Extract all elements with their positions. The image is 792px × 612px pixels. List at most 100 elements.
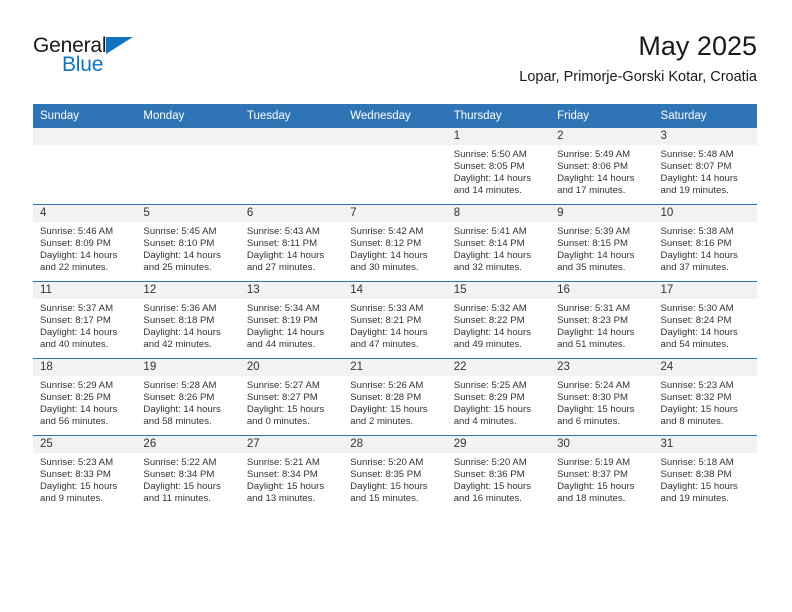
daylight-text-line2: and 44 minutes.	[246, 339, 316, 351]
daylight-text-line1: Daylight: 14 hours	[143, 404, 221, 416]
calendar-day-cell[interactable]: 28 Sunrise: 5:20 AM Sunset: 8:35 PM Dayligh…	[343, 435, 447, 512]
calendar-week-row: 18 Sunrise: 5:29 AM Sunset: 8:25 PM Dayligh…	[33, 358, 757, 436]
daylight-text-line1: Daylight: 14 hours	[40, 250, 118, 262]
daylight-text-line2: and 27 minutes.	[246, 262, 316, 274]
day-number: 30	[550, 436, 654, 453]
calendar-day-cell[interactable]: 15 Sunrise: 5:32 AM Sunset: 8:22 PM Dayligh…	[446, 281, 551, 359]
weekday-header-sunday: Sunday	[33, 104, 137, 128]
sunset-text: Sunset: 8:16 PM	[660, 238, 732, 250]
daylight-text-line2: and 42 minutes.	[143, 339, 212, 351]
calendar-day-cell[interactable]: 20 Sunrise: 5:27 AM Sunset: 8:27 PM Dayligh…	[239, 358, 344, 436]
calendar-day-cell-empty	[343, 128, 447, 205]
calendar-day-cell[interactable]: 4 Sunrise: 5:46 AM Sunset: 8:09 PM Daylight…	[33, 204, 137, 282]
sunset-text: Sunset: 8:29 PM	[453, 392, 525, 404]
day-details: Sunrise: 5:45 AM Sunset: 8:10 PM Daylight:…	[136, 222, 239, 274]
daylight-text-line1: Daylight: 15 hours	[246, 481, 325, 493]
day-details: Sunrise: 5:30 AM Sunset: 8:24 PM Daylight:…	[654, 299, 757, 351]
calendar-day-cell[interactable]: 22 Sunrise: 5:25 AM Sunset: 8:29 PM Dayligh…	[446, 358, 551, 436]
daylight-text-line1: Daylight: 14 hours	[143, 250, 221, 262]
day-number: 9	[550, 205, 654, 222]
day-details: Sunrise: 5:38 AM Sunset: 8:16 PM Daylight:…	[654, 222, 757, 274]
calendar-day-cell[interactable]: 29 Sunrise: 5:20 AM Sunset: 8:36 PM Dayligh…	[446, 435, 551, 512]
day-details: Sunrise: 5:39 AM Sunset: 8:15 PM Daylight:…	[550, 222, 653, 274]
sunrise-text: Sunrise: 5:36 AM	[143, 303, 217, 314]
calendar-day-cell[interactable]: 7 Sunrise: 5:42 AM Sunset: 8:12 PM Daylight…	[343, 204, 447, 282]
day-number: 15	[446, 282, 551, 299]
masthead: General Blue May 2025 Lopar, Primorje-Go…	[33, 30, 757, 92]
sunset-text: Sunset: 8:34 PM	[246, 469, 318, 481]
daylight-text-line2: and 17 minutes.	[557, 185, 626, 197]
triangle-icon	[106, 37, 133, 54]
sunrise-text: Sunrise: 5:37 AM	[40, 303, 114, 314]
sunrise-text: Sunrise: 5:20 AM	[350, 457, 424, 468]
calendar-day-cell[interactable]: 1 Sunrise: 5:50 AM Sunset: 8:05 PM Daylight…	[446, 128, 551, 205]
daylight-text-line2: and 22 minutes.	[40, 262, 109, 274]
calendar-day-cell[interactable]: 25 Sunrise: 5:23 AM Sunset: 8:33 PM Dayligh…	[33, 435, 137, 512]
daylight-text-line1: Daylight: 14 hours	[557, 173, 635, 185]
daylight-text-line2: and 11 minutes.	[143, 493, 211, 505]
weekday-header-tuesday: Tuesday	[239, 104, 344, 128]
calendar-day-cell[interactable]: 11 Sunrise: 5:37 AM Sunset: 8:17 PM Dayligh…	[33, 281, 137, 359]
day-details: Sunrise: 5:25 AM Sunset: 8:29 PM Daylight:…	[447, 376, 550, 428]
sunset-text: Sunset: 8:23 PM	[557, 315, 629, 327]
daylight-text-line2: and 56 minutes.	[40, 416, 109, 428]
calendar-day-cell[interactable]: 24 Sunrise: 5:23 AM Sunset: 8:32 PM Dayligh…	[653, 358, 757, 436]
day-details: Sunrise: 5:19 AM Sunset: 8:37 PM Daylight:…	[550, 453, 653, 505]
sunrise-text: Sunrise: 5:42 AM	[350, 226, 424, 237]
day-number: 4	[33, 205, 137, 222]
sunrise-text: Sunrise: 5:43 AM	[246, 226, 320, 237]
day-number	[33, 128, 137, 145]
day-details: Sunrise: 5:20 AM Sunset: 8:36 PM Daylight:…	[447, 453, 550, 505]
daylight-text-line1: Daylight: 15 hours	[453, 404, 532, 416]
day-number: 8	[446, 205, 551, 222]
calendar-day-cell[interactable]: 26 Sunrise: 5:22 AM Sunset: 8:34 PM Dayligh…	[136, 435, 240, 512]
calendar-day-cell[interactable]: 18 Sunrise: 5:29 AM Sunset: 8:25 PM Dayligh…	[33, 358, 137, 436]
calendar-day-cell[interactable]: 16 Sunrise: 5:31 AM Sunset: 8:23 PM Dayligh…	[550, 281, 654, 359]
generalblue-logo[interactable]: General Blue	[33, 34, 203, 84]
day-details: Sunrise: 5:26 AM Sunset: 8:28 PM Daylight:…	[343, 376, 446, 428]
sunrise-text: Sunrise: 5:20 AM	[453, 457, 527, 468]
daylight-text-line2: and 54 minutes.	[660, 339, 729, 351]
daylight-text-line2: and 30 minutes.	[350, 262, 419, 274]
calendar-day-cell[interactable]: 30 Sunrise: 5:19 AM Sunset: 8:37 PM Dayligh…	[550, 435, 654, 512]
day-number: 22	[446, 359, 551, 376]
day-details: Sunrise: 5:28 AM Sunset: 8:26 PM Daylight:…	[136, 376, 239, 428]
calendar-day-cell[interactable]: 27 Sunrise: 5:21 AM Sunset: 8:34 PM Dayligh…	[239, 435, 344, 512]
day-details: Sunrise: 5:49 AM Sunset: 8:06 PM Daylight:…	[550, 145, 653, 197]
calendar-day-cell[interactable]: 19 Sunrise: 5:28 AM Sunset: 8:26 PM Dayligh…	[136, 358, 240, 436]
calendar-day-cell[interactable]: 12 Sunrise: 5:36 AM Sunset: 8:18 PM Dayligh…	[136, 281, 240, 359]
calendar-day-cell[interactable]: 6 Sunrise: 5:43 AM Sunset: 8:11 PM Daylight…	[239, 204, 344, 282]
calendar-day-cell[interactable]: 21 Sunrise: 5:26 AM Sunset: 8:28 PM Dayligh…	[343, 358, 447, 436]
day-number: 11	[33, 282, 137, 299]
calendar-day-cell[interactable]: 31 Sunrise: 5:18 AM Sunset: 8:38 PM Dayligh…	[653, 435, 757, 512]
day-number: 13	[239, 282, 344, 299]
calendar-day-cell[interactable]: 2 Sunrise: 5:49 AM Sunset: 8:06 PM Daylight…	[550, 128, 654, 205]
weekday-header-wednesday: Wednesday	[343, 104, 447, 128]
calendar-day-cell[interactable]: 14 Sunrise: 5:33 AM Sunset: 8:21 PM Dayligh…	[343, 281, 447, 359]
calendar-day-cell[interactable]: 23 Sunrise: 5:24 AM Sunset: 8:30 PM Dayligh…	[550, 358, 654, 436]
daylight-text-line2: and 16 minutes.	[453, 493, 522, 505]
calendar-week-row: 1 Sunrise: 5:50 AM Sunset: 8:05 PM Daylight…	[33, 128, 757, 205]
sunset-text: Sunset: 8:15 PM	[557, 238, 629, 250]
daylight-text-line2: and 25 minutes.	[143, 262, 212, 274]
sunset-text: Sunset: 8:38 PM	[660, 469, 732, 481]
calendar-day-cell[interactable]: 17 Sunrise: 5:30 AM Sunset: 8:24 PM Dayligh…	[653, 281, 757, 359]
calendar-day-cell[interactable]: 13 Sunrise: 5:34 AM Sunset: 8:19 PM Dayligh…	[239, 281, 344, 359]
day-number: 3	[653, 128, 757, 145]
daylight-text-line2: and 14 minutes.	[453, 185, 522, 197]
daylight-text-line2: and 19 minutes.	[660, 493, 729, 505]
daylight-text-line1: Daylight: 14 hours	[40, 404, 118, 416]
sunrise-text: Sunrise: 5:49 AM	[557, 149, 631, 160]
sunrise-text: Sunrise: 5:29 AM	[40, 380, 114, 391]
daylight-text-line2: and 13 minutes.	[246, 493, 316, 505]
calendar-day-cell[interactable]: 9 Sunrise: 5:39 AM Sunset: 8:15 PM Daylight…	[550, 204, 654, 282]
calendar-day-cell[interactable]: 5 Sunrise: 5:45 AM Sunset: 8:10 PM Daylight…	[136, 204, 240, 282]
daylight-text-line2: and 9 minutes.	[40, 493, 103, 505]
day-number: 28	[343, 436, 447, 453]
calendar-day-cell[interactable]: 3 Sunrise: 5:48 AM Sunset: 8:07 PM Daylight…	[653, 128, 757, 205]
sunset-text: Sunset: 8:22 PM	[453, 315, 525, 327]
calendar-day-cell[interactable]: 8 Sunrise: 5:41 AM Sunset: 8:14 PM Daylight…	[446, 204, 551, 282]
day-details: Sunrise: 5:18 AM Sunset: 8:38 PM Daylight:…	[654, 453, 757, 505]
daylight-text-line1: Daylight: 14 hours	[246, 327, 325, 339]
calendar-day-cell[interactable]: 10 Sunrise: 5:38 AM Sunset: 8:16 PM Dayligh…	[653, 204, 757, 282]
